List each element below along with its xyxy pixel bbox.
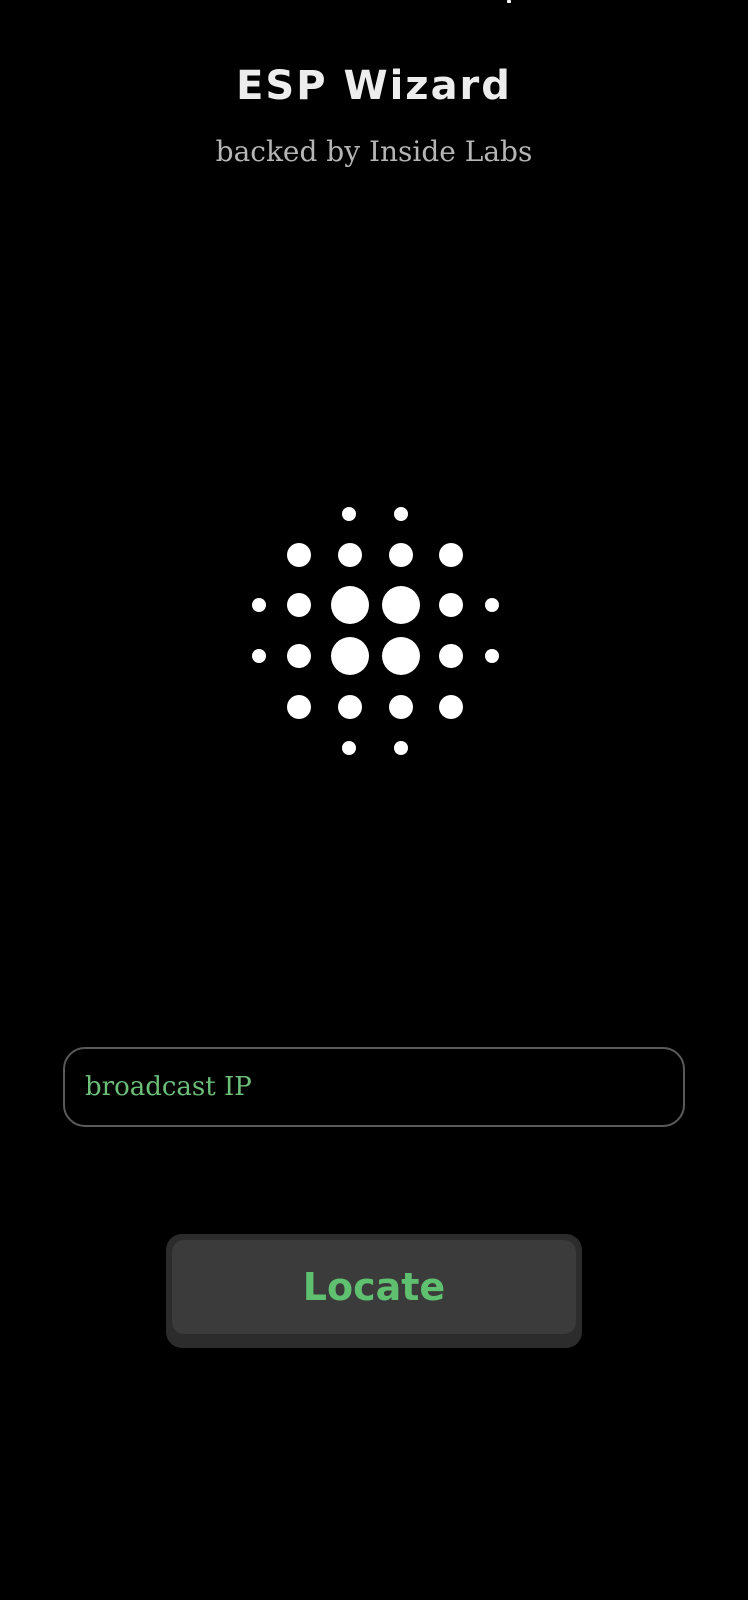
logo-dot bbox=[382, 637, 420, 675]
app-subtitle: backed by Inside Labs bbox=[215, 135, 533, 168]
locate-button-label: Locate bbox=[302, 1265, 446, 1309]
logo-dot bbox=[287, 543, 311, 567]
logo-dot bbox=[287, 695, 311, 719]
dot-sphere-icon bbox=[252, 507, 499, 755]
broadcast-ip-field[interactable] bbox=[63, 1047, 685, 1127]
app-title: ESP Wizard bbox=[236, 63, 512, 109]
logo-dot bbox=[439, 593, 463, 617]
logo-dot bbox=[394, 507, 408, 521]
logo-dot bbox=[338, 695, 362, 719]
logo-dot bbox=[338, 543, 362, 567]
logo-dot bbox=[485, 649, 499, 663]
logo-dot bbox=[252, 598, 266, 612]
logo-dot bbox=[439, 695, 463, 719]
logo-dot bbox=[389, 543, 413, 567]
broadcast-ip-input[interactable] bbox=[85, 1049, 665, 1125]
main-screen: ESP Wizard backed by Inside Labs broadca… bbox=[0, 0, 748, 1600]
logo-dot bbox=[287, 593, 311, 617]
logo-dot bbox=[485, 598, 499, 612]
logo-dot bbox=[331, 637, 369, 675]
logo-dot bbox=[439, 644, 463, 668]
logo-dot bbox=[287, 644, 311, 668]
locate-button[interactable]: Locate bbox=[166, 1234, 582, 1348]
logo-dot bbox=[389, 695, 413, 719]
logo-dot bbox=[252, 649, 266, 663]
status-bar-indicator bbox=[507, 0, 511, 3]
logo-dot bbox=[439, 543, 463, 567]
locate-button-face[interactable]: Locate bbox=[172, 1240, 576, 1334]
logo-dot bbox=[382, 586, 420, 624]
logo-dot bbox=[394, 741, 408, 755]
logo-dot bbox=[342, 507, 356, 521]
logo-dot bbox=[342, 741, 356, 755]
logo-dot bbox=[331, 586, 369, 624]
